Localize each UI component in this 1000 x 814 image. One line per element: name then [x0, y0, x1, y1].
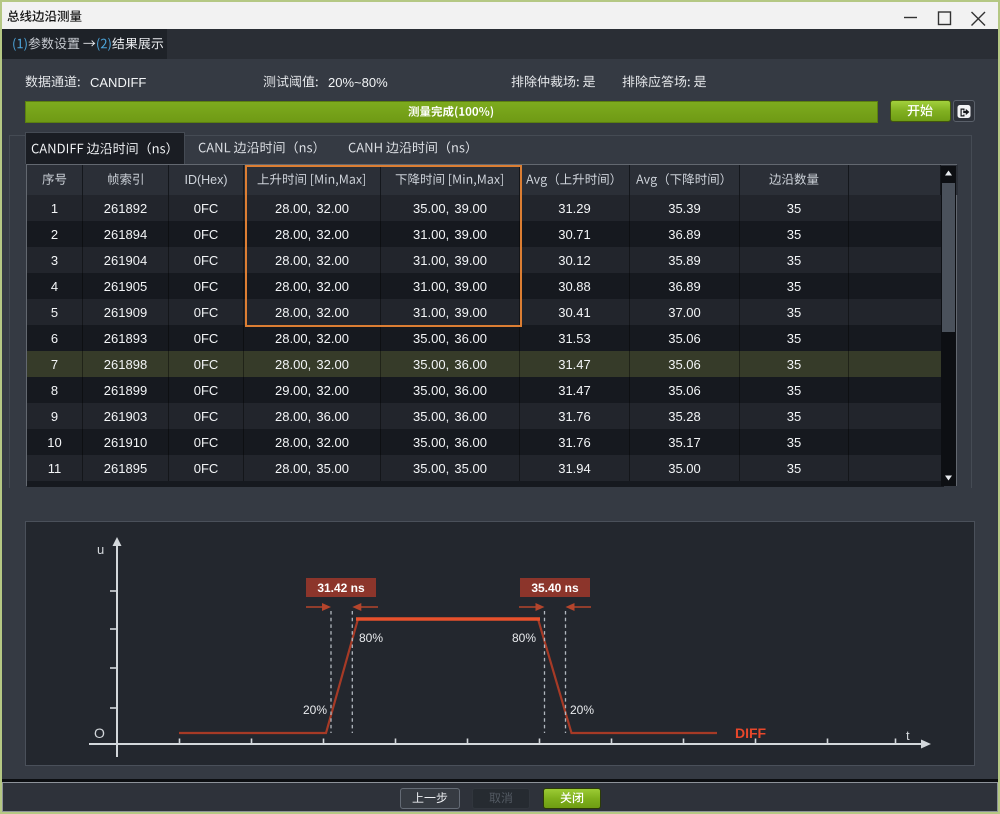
svg-text:u: u: [97, 542, 104, 557]
svg-text:t: t: [906, 728, 910, 743]
svg-text:35.40 ns: 35.40 ns: [531, 581, 579, 595]
svg-text:31.42 ns: 31.42 ns: [317, 581, 365, 595]
svg-text:DIFF: DIFF: [735, 725, 767, 741]
svg-text:20%: 20%: [570, 703, 594, 717]
svg-text:20%: 20%: [303, 703, 327, 717]
svg-text:80%: 80%: [359, 631, 383, 645]
svg-text:O: O: [94, 725, 105, 741]
svg-text:80%: 80%: [512, 631, 536, 645]
